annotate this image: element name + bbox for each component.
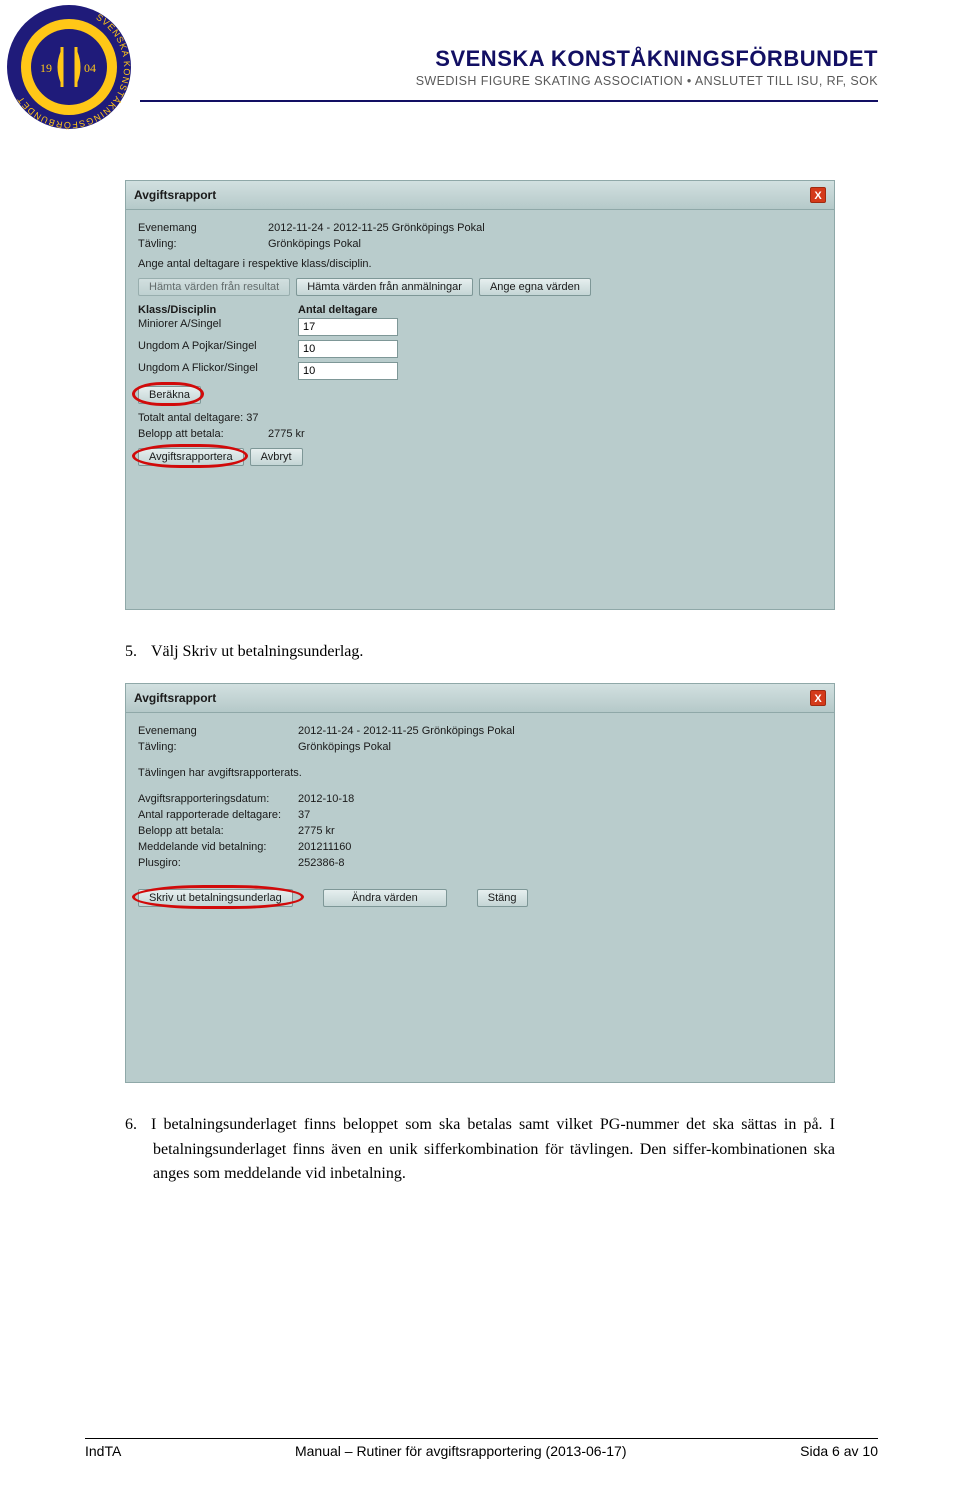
evenemang-value: 2012-11-24 - 2012-11-25 Grönköpings Poka… (268, 222, 485, 234)
tavling-value: Grönköpings Pokal (298, 741, 391, 753)
skriv-ut-button[interactable]: Skriv ut betalningsunderlag (138, 889, 293, 907)
andra-varden-button[interactable]: Ändra värden (323, 889, 447, 907)
footer-left: IndTA (85, 1443, 121, 1459)
footer-rule (85, 1438, 878, 1439)
panel-header: Avgiftsrapport X (126, 181, 834, 210)
antal-input[interactable] (298, 340, 398, 358)
hamta-anmalningar-button[interactable]: Hämta värden från anmälningar (296, 278, 473, 296)
berakna-button[interactable]: Beräkna (138, 386, 201, 404)
status-text: Tävlingen har avgiftsrapporterats. (138, 767, 302, 779)
stang-button[interactable]: Stäng (477, 889, 528, 907)
deltagare-value: 37 (298, 809, 310, 821)
step-5-text: 5.Välj Skriv ut betalningsunderlag. (125, 640, 835, 665)
footer-center: Manual – Rutiner för avgiftsrapportering… (295, 1443, 627, 1459)
deltagare-label: Antal rapporterade deltagare: (138, 809, 298, 821)
klass-cell: Miniorer A/Singel (138, 318, 298, 336)
meddelande-label: Meddelande vid betalning: (138, 841, 298, 853)
klass-cell: Ungdom A Pojkar/Singel (138, 340, 298, 358)
evenemang-value: 2012-11-24 - 2012-11-25 Grönköpings Poka… (298, 725, 515, 737)
panel-title: Avgiftsrapport (134, 691, 216, 705)
col-antal-header: Antal deltagare (298, 304, 377, 316)
page-header: 19 04 SVENSKA KONSTÅKNINGSFÖRBUNDET SVEN… (0, 0, 960, 120)
belopp-value: 2775 kr (298, 825, 335, 837)
step-6-text: 6.I betalningsunderlaget finns beloppet … (125, 1113, 835, 1187)
instruction-text: Ange antal deltagare i respektive klass/… (138, 258, 372, 270)
belopp-label: Belopp att betala: (138, 428, 268, 440)
panel-title: Avgiftsrapport (134, 188, 216, 202)
tavling-label: Tävling: (138, 238, 268, 250)
close-icon[interactable]: X (810, 187, 826, 203)
antal-input[interactable] (298, 318, 398, 336)
klass-cell: Ungdom A Flickor/Singel (138, 362, 298, 380)
belopp-value: 2775 kr (268, 428, 305, 440)
evenemang-label: Evenemang (138, 725, 298, 737)
table-row: Ungdom A Flickor/Singel (138, 360, 822, 382)
datum-value: 2012-10-18 (298, 793, 354, 805)
datum-label: Avgiftsrapporteringsdatum: (138, 793, 298, 805)
svg-text:04: 04 (84, 61, 96, 75)
hamta-resultat-button[interactable]: Hämta värden från resultat (138, 278, 290, 296)
belopp-label: Belopp att betala: (138, 825, 298, 837)
avbryt-button[interactable]: Avbryt (250, 448, 303, 466)
evenemang-label: Evenemang (138, 222, 268, 234)
table-row: Miniorer A/Singel (138, 316, 822, 338)
col-klass-header: Klass/Disciplin (138, 304, 298, 316)
close-icon[interactable]: X (810, 690, 826, 706)
egna-varden-button[interactable]: Ange egna värden (479, 278, 591, 296)
header-title: SVENSKA KONSTÅKNINGSFÖRBUNDET (416, 46, 878, 72)
avgiftsrapportera-button[interactable]: Avgiftsrapportera (138, 448, 244, 466)
panel-header: Avgiftsrapport X (126, 684, 834, 713)
avgiftsrapport-panel-1: Avgiftsrapport X Evenemang 2012-11-24 - … (125, 180, 835, 610)
avgiftsrapport-panel-2: Avgiftsrapport X Evenemang 2012-11-24 - … (125, 683, 835, 1083)
totalt-label: Totalt antal deltagare: (138, 412, 243, 424)
page-footer: IndTA Manual – Rutiner för avgiftsrappor… (85, 1438, 878, 1459)
footer-right: Sida 6 av 10 (800, 1443, 878, 1459)
federation-logo-icon: 19 04 SVENSKA KONSTÅKNINGSFÖRBUNDET (4, 2, 134, 132)
plusgiro-label: Plusgiro: (138, 857, 298, 869)
plusgiro-value: 252386-8 (298, 857, 345, 869)
totalt-value: 37 (246, 412, 258, 424)
tavling-label: Tävling: (138, 741, 298, 753)
header-rule (140, 100, 878, 102)
table-row: Ungdom A Pojkar/Singel (138, 338, 822, 360)
svg-text:19: 19 (40, 61, 52, 75)
header-subtitle: SWEDISH FIGURE SKATING ASSOCIATION • ANS… (416, 74, 878, 88)
tavling-value: Grönköpings Pokal (268, 238, 361, 250)
antal-input[interactable] (298, 362, 398, 380)
meddelande-value: 201211160 (298, 841, 351, 853)
